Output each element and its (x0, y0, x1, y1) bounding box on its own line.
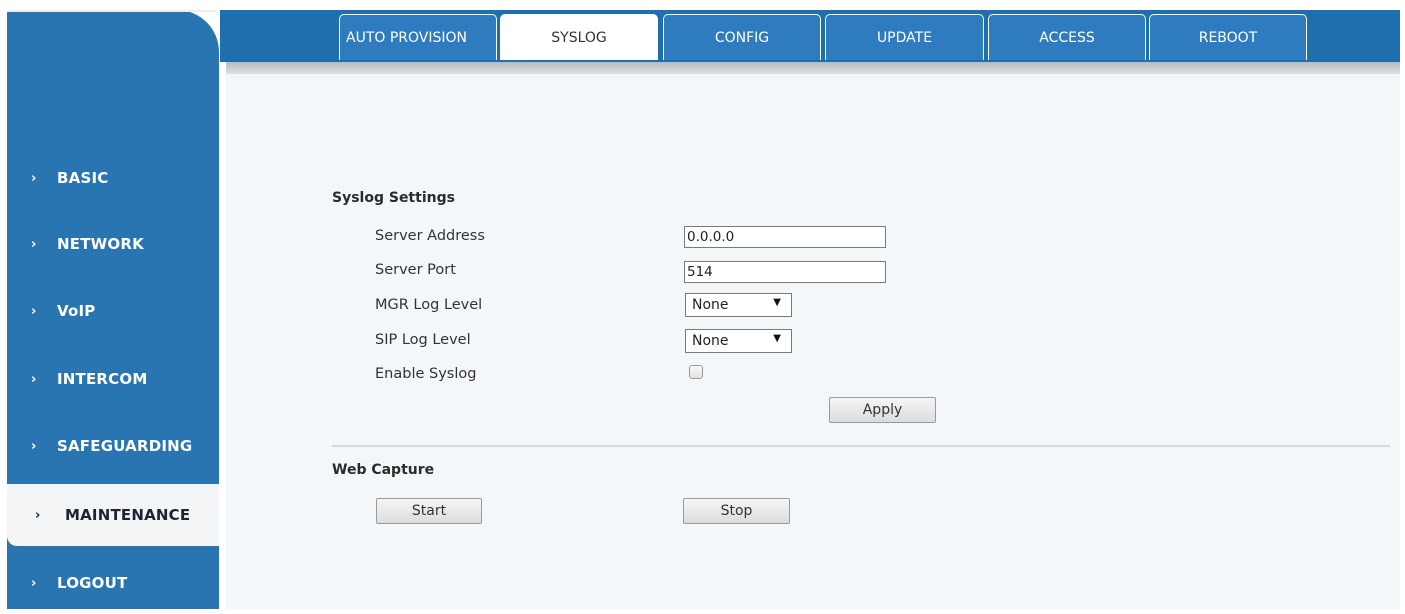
chevron-right-icon: › (31, 236, 37, 252)
sidebar-highlight (7, 10, 219, 15)
sidebar-item-label: INTERCOM (57, 370, 148, 388)
tab-bar-shadow (226, 62, 1400, 74)
section-divider (332, 445, 1390, 447)
mgr-log-level-label: MGR Log Level (375, 297, 483, 313)
sidebar-item-label: BASIC (57, 169, 109, 187)
chevron-right-icon: › (31, 170, 37, 186)
sidebar-item-basic[interactable]: › BASIC (7, 147, 219, 209)
enable-syslog-label: Enable Syslog (375, 366, 477, 382)
web-capture-title: Web Capture (332, 462, 435, 478)
server-address-input[interactable] (684, 226, 886, 248)
chevron-right-icon: › (31, 371, 37, 387)
sidebar-item-label: VoIP (57, 302, 96, 320)
tab-update[interactable]: UPDATE (825, 14, 984, 60)
enable-syslog-checkbox[interactable] (689, 365, 703, 379)
server-address-label: Server Address (375, 228, 485, 244)
tab-access[interactable]: ACCESS (988, 14, 1146, 60)
sidebar-item-label: SAFEGUARDING (57, 437, 193, 455)
tab-syslog[interactable]: SYSLOG (500, 14, 658, 60)
chevron-right-icon: › (31, 575, 37, 591)
sidebar-item-label: NETWORK (57, 235, 144, 253)
sidebar-item-intercom[interactable]: › INTERCOM (7, 348, 219, 410)
dropdown-arrow-icon: ▼ (773, 297, 781, 308)
sip-log-level-value: None (692, 333, 729, 349)
chevron-right-icon: › (31, 438, 37, 454)
dropdown-arrow-icon: ▼ (773, 333, 781, 344)
sidebar-item-network[interactable]: › NETWORK (7, 213, 219, 275)
sip-log-level-select[interactable]: None ▼ (685, 329, 792, 353)
server-port-input[interactable] (684, 261, 886, 283)
sip-log-level-label: SIP Log Level (375, 332, 471, 348)
sidebar-item-maintenance[interactable]: › MAINTENANCE (7, 484, 219, 546)
chevron-right-icon: › (35, 507, 41, 523)
sidebar-item-label: LOGOUT (57, 574, 128, 592)
sidebar-item-logout[interactable]: › LOGOUT (7, 552, 219, 614)
start-capture-button[interactable]: Start (376, 498, 482, 524)
syslog-settings-title: Syslog Settings (332, 190, 455, 206)
sidebar-item-voip[interactable]: › VoIP (7, 280, 219, 342)
tab-auto-provision[interactable]: AUTO PROVISION (339, 14, 497, 60)
stop-capture-button[interactable]: Stop (683, 498, 790, 524)
server-port-label: Server Port (375, 262, 456, 278)
sidebar-item-safeguarding[interactable]: › SAFEGUARDING (7, 415, 219, 477)
apply-button[interactable]: Apply (829, 397, 936, 423)
sidebar-item-label: MAINTENANCE (65, 506, 191, 524)
mgr-log-level-select[interactable]: None ▼ (685, 293, 792, 317)
tab-config[interactable]: CONFIG (663, 14, 821, 60)
chevron-right-icon: › (31, 303, 37, 319)
mgr-log-level-value: None (692, 297, 729, 313)
tab-reboot[interactable]: REBOOT (1149, 14, 1307, 60)
